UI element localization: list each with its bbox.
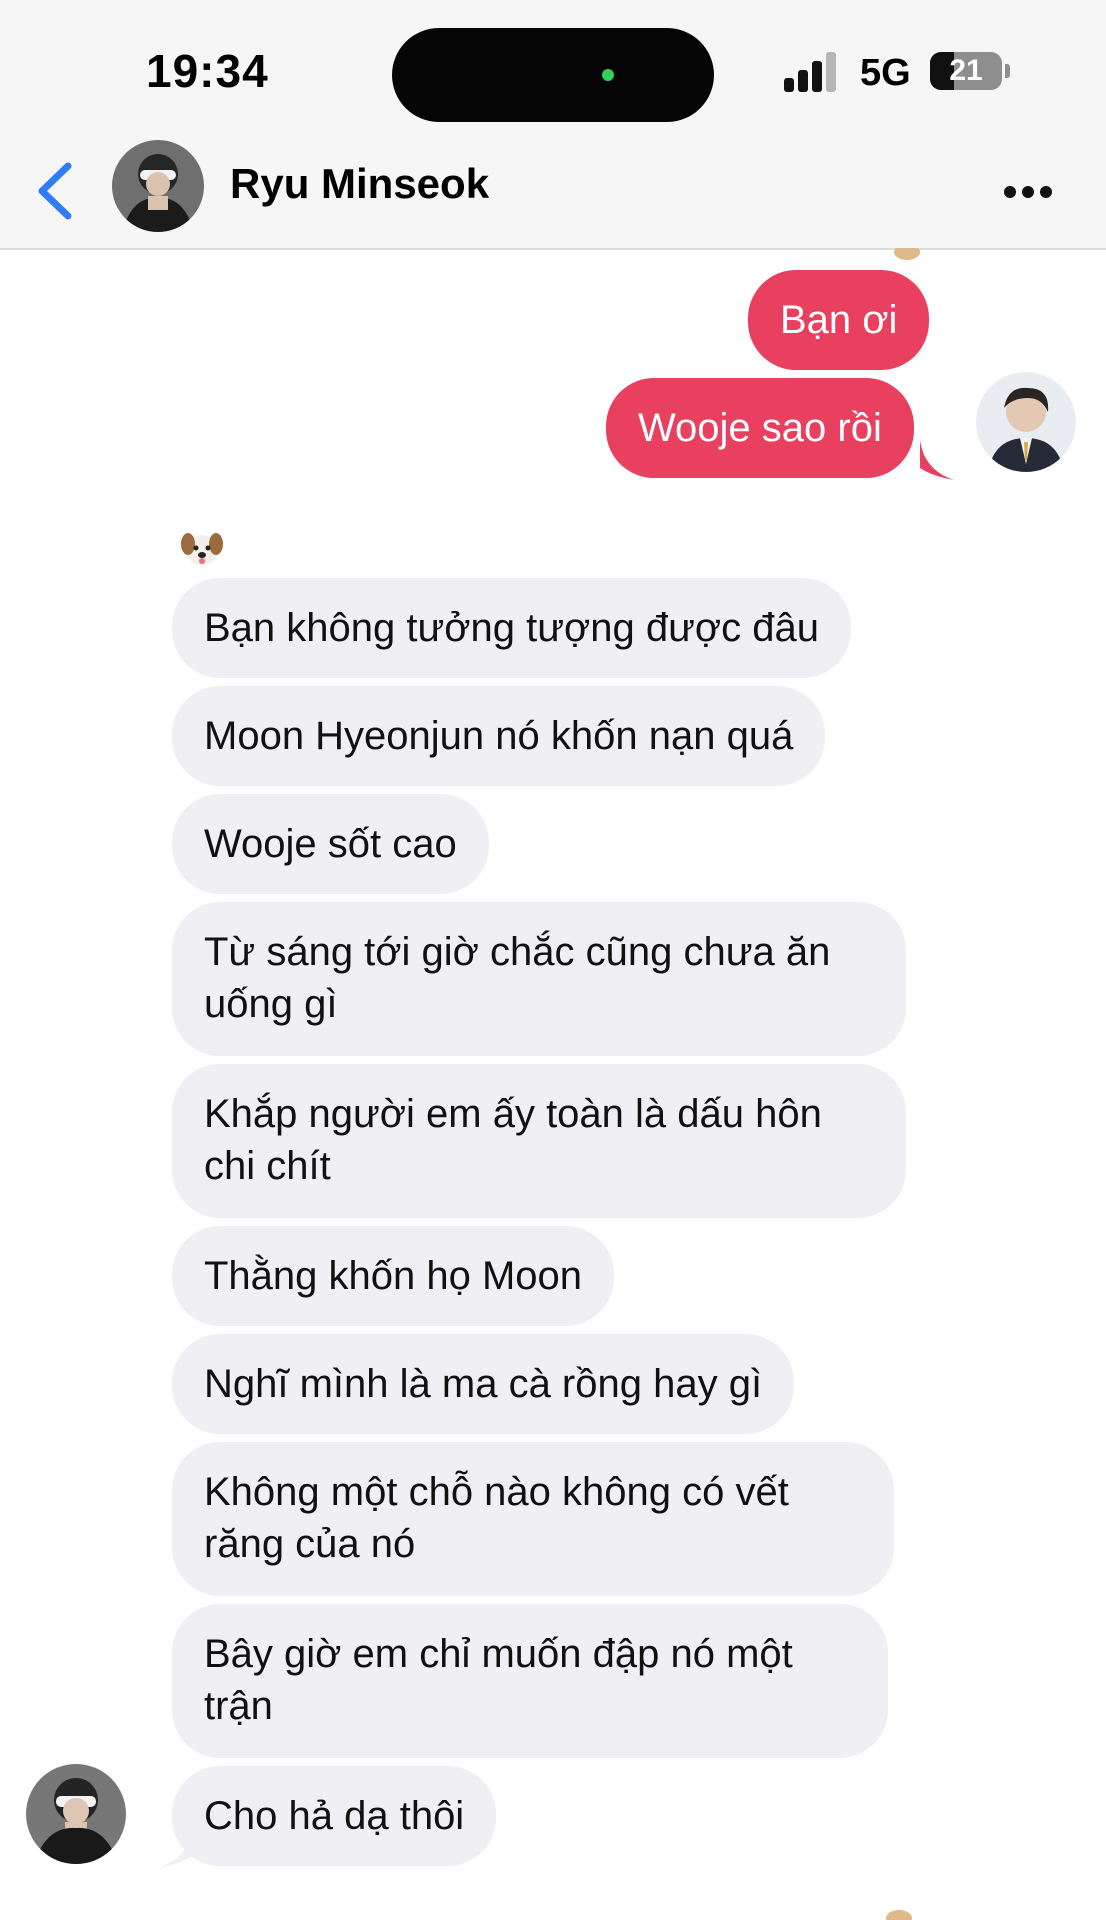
camera-indicator-dot xyxy=(602,69,614,81)
incoming-message[interactable]: Bạn không tưởng tượng được đâu xyxy=(172,578,851,678)
battery-icon: 21 xyxy=(930,52,1002,90)
dynamic-island xyxy=(392,28,714,122)
contact-name[interactable]: Ryu Minseok xyxy=(230,160,489,208)
back-button[interactable] xyxy=(30,158,80,224)
dog-emoji-icon xyxy=(181,533,223,565)
top-bar: 19:34 5G 21 Ryu Minseok xyxy=(0,0,1106,250)
battery-tip xyxy=(1005,64,1010,78)
incoming-message[interactable]: Từ sáng tới giờ chắc cũng chưa ăn uống g… xyxy=(172,902,906,1056)
my-avatar[interactable] xyxy=(976,372,1076,472)
incoming-message[interactable]: Bây giờ em chỉ muốn đập nó một trận xyxy=(172,1604,888,1758)
outgoing-message[interactable]: Wooje sao rồi xyxy=(606,378,914,478)
outgoing-message[interactable]: Bạn ơi xyxy=(748,270,930,370)
incoming-message[interactable]: Cho hả dạ thôi xyxy=(172,1766,497,1866)
incoming-message[interactable]: Moon Hyeonjun nó khốn nạn quá xyxy=(172,686,826,786)
bubble-tail xyxy=(158,1828,192,1868)
contact-avatar[interactable] xyxy=(112,140,204,232)
network-type: 5G xyxy=(860,52,911,94)
incoming-message[interactable]: Khắp người em ấy toàn là dấu hôn chi chí… xyxy=(172,1064,906,1218)
status-time: 19:34 xyxy=(146,45,269,97)
reaction-emoji-icon xyxy=(894,248,920,260)
incoming-message[interactable]: Thằng khốn họ Moon xyxy=(172,1226,615,1326)
incoming-message[interactable]: Nghĩ mình là ma cà rồng hay gì xyxy=(172,1334,795,1434)
more-options-button[interactable] xyxy=(1000,172,1056,212)
back-chevron-icon xyxy=(38,162,72,220)
incoming-message[interactable]: Wooje sốt cao xyxy=(172,794,489,894)
contact-message-avatar[interactable] xyxy=(26,1764,126,1864)
bubble-tail xyxy=(920,440,954,480)
reaction-emoji-icon xyxy=(886,1910,912,1920)
message-thread[interactable]: Bạn ơi Wooje sao rồi Bạn không tưởng tượ… xyxy=(0,248,1106,1920)
signal-bars-icon xyxy=(784,50,842,92)
battery-level: 21 xyxy=(949,54,983,87)
incoming-message[interactable]: Không một chỗ nào không có vết răng của … xyxy=(172,1442,894,1596)
